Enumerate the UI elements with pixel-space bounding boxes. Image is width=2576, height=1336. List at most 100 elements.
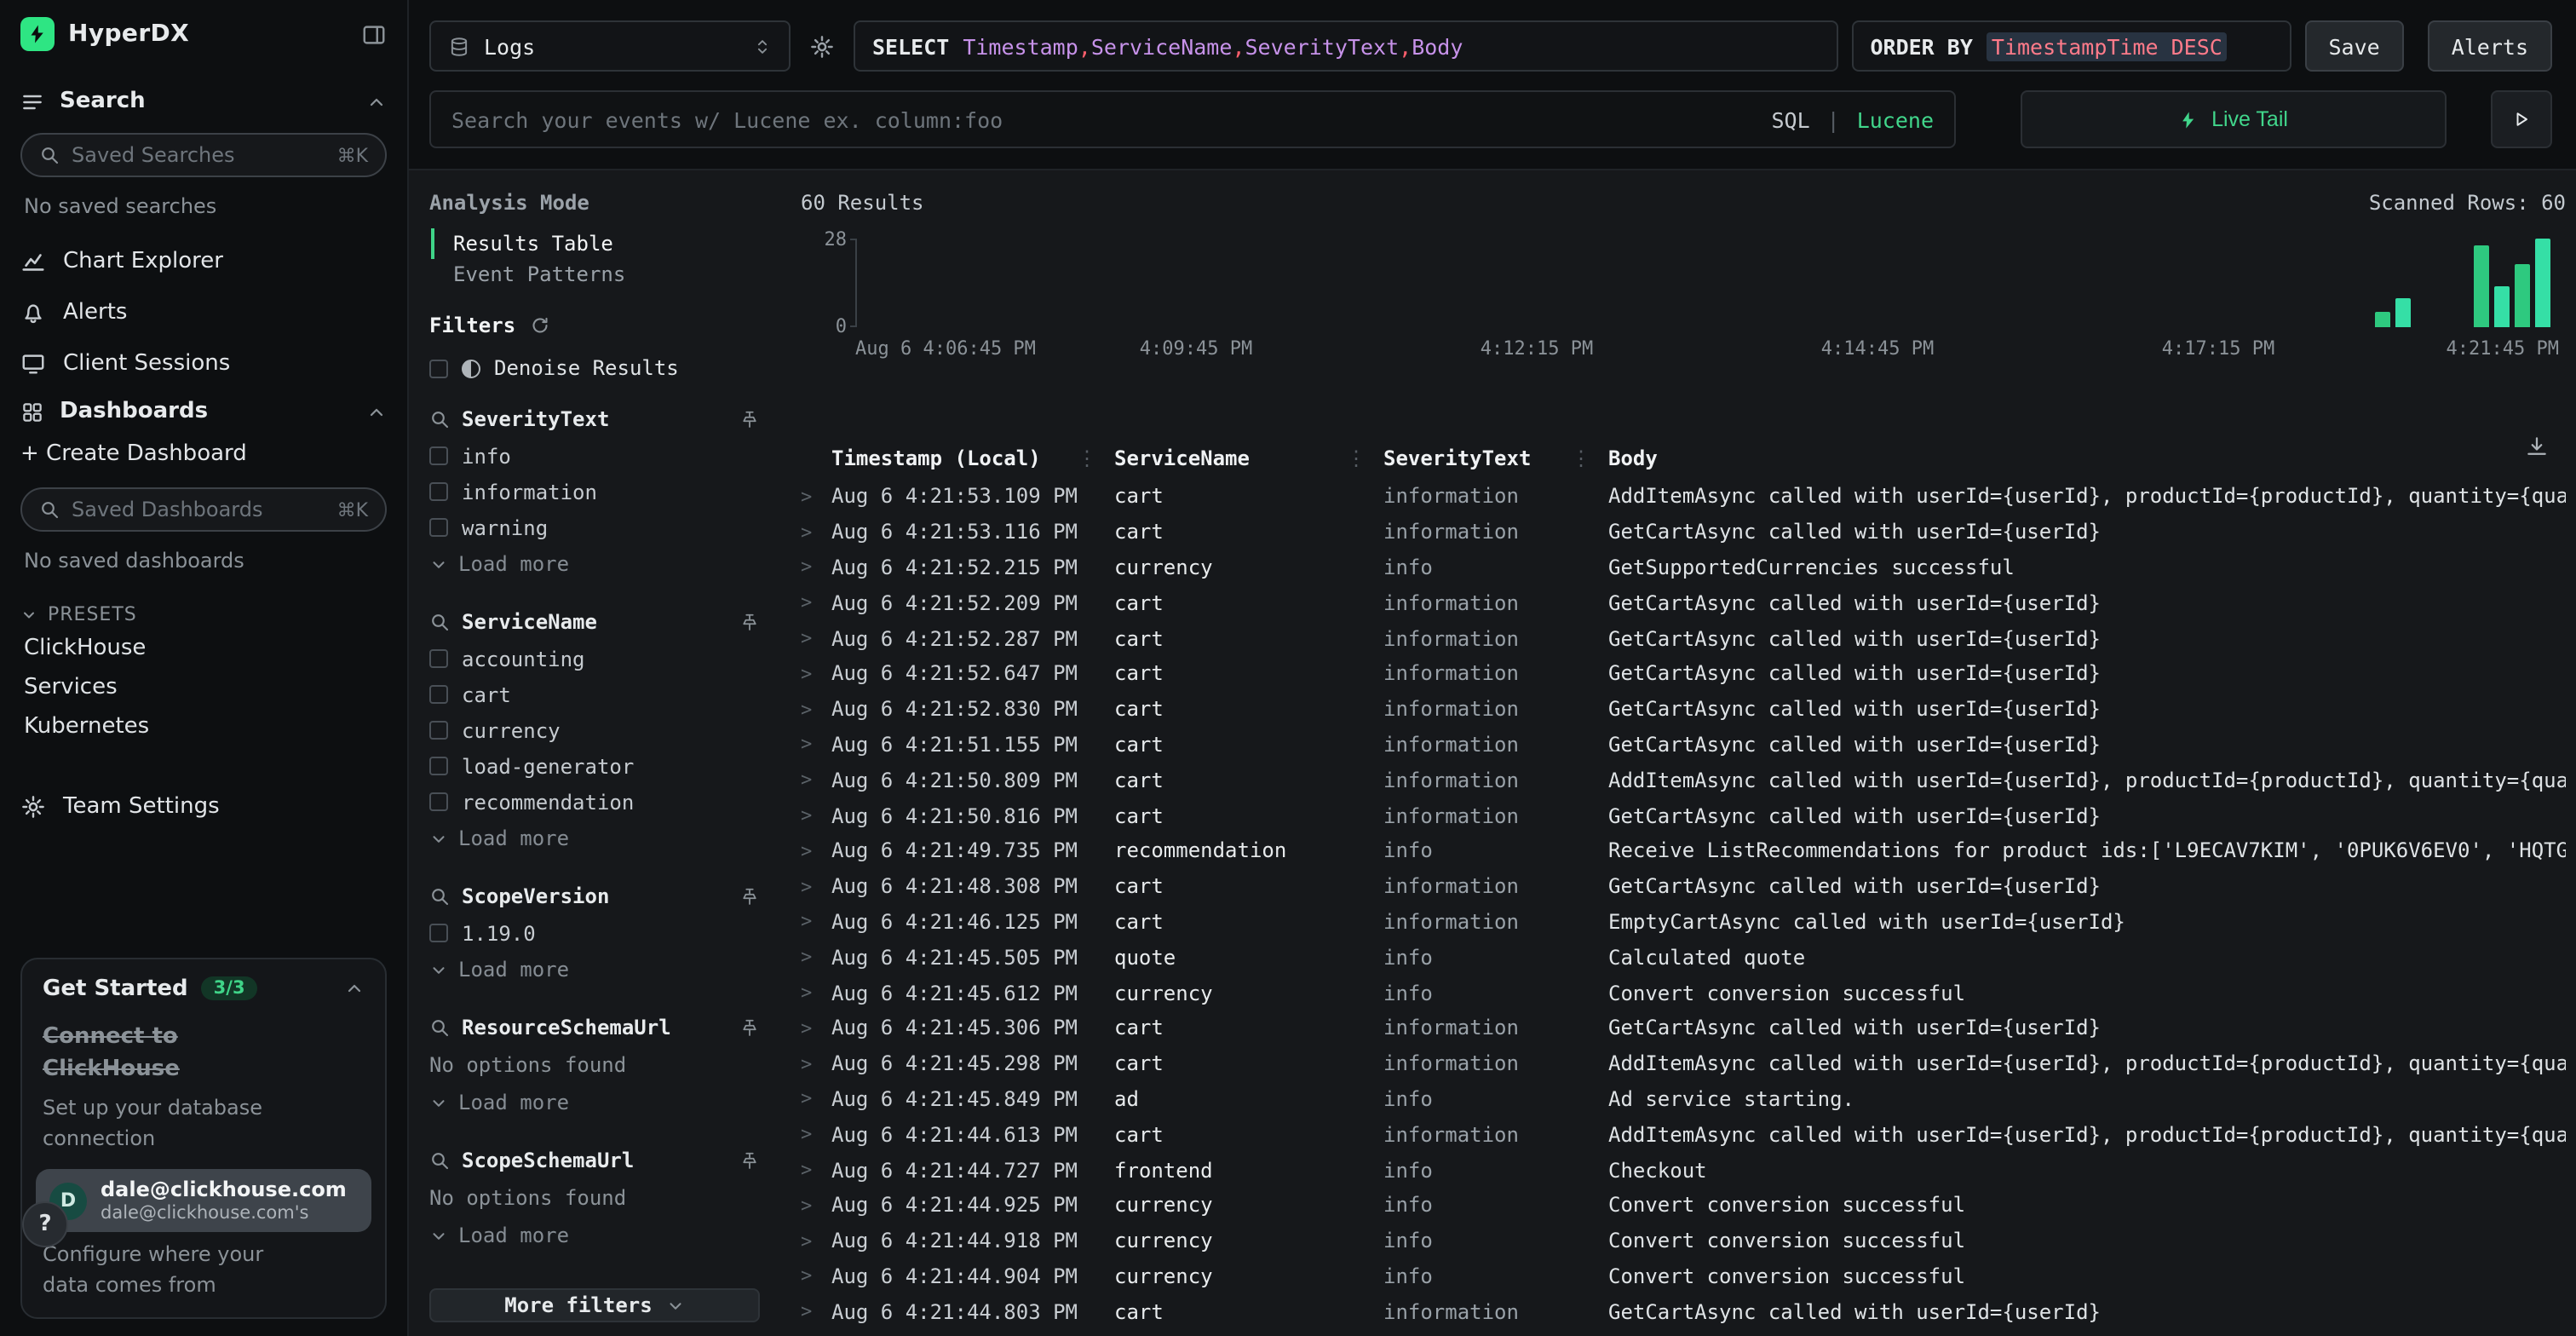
table-row[interactable]: >Aug 6 4:21:48.308 PMcartinformationGetC…	[801, 869, 2566, 905]
row-expand-icon[interactable]: >	[801, 521, 831, 543]
column-separator[interactable]: ⋮	[1571, 446, 1591, 470]
saved-dashboards-input[interactable]	[72, 498, 325, 521]
table-row[interactable]: >Aug 6 4:21:52.215 PMcurrencyinfoGetSupp…	[801, 550, 2566, 585]
filter-option[interactable]: 1.19.0	[429, 916, 760, 952]
table-row[interactable]: >Aug 6 4:21:44.727 PMfrontendinfoCheckou…	[801, 1152, 2566, 1188]
sidebar-section-search[interactable]: Search	[20, 89, 387, 114]
table-row[interactable]: >Aug 6 4:21:50.809 PMcartinformationAddI…	[801, 763, 2566, 798]
histogram-bar[interactable]	[2515, 264, 2530, 327]
row-expand-icon[interactable]: >	[801, 1017, 831, 1039]
table-row[interactable]: >Aug 6 4:21:46.125 PMcartinformationEmpt…	[801, 904, 2566, 940]
pin-icon[interactable]	[739, 1018, 760, 1039]
language-lucene-toggle[interactable]: Lucene	[1857, 107, 1934, 132]
table-row[interactable]: >Aug 6 4:21:53.109 PMcartinformationAddI…	[801, 479, 2566, 515]
header-body[interactable]: Body	[1608, 446, 2566, 470]
filter-option[interactable]: accounting	[429, 642, 760, 677]
table-row[interactable]: >Aug 6 4:21:52.209 PMcartinformationGetC…	[801, 585, 2566, 621]
histogram-bar[interactable]	[2535, 239, 2550, 327]
download-icon[interactable]	[2525, 435, 2549, 458]
get-started-step1[interactable]: Connect to ClickHouse	[43, 1022, 230, 1086]
table-row[interactable]: >Aug 6 4:21:45.306 PMcartinformationGetC…	[801, 1011, 2566, 1046]
checkbox[interactable]	[429, 447, 448, 466]
table-row[interactable]: >Aug 6 4:21:45.298 PMcartinformationAddI…	[801, 1046, 2566, 1082]
live-tail-button[interactable]: Live Tail	[2021, 90, 2447, 148]
table-row[interactable]: >Aug 6 4:21:44.803 PMcartinformationGetC…	[801, 1294, 2566, 1330]
table-row[interactable]: >Aug 6 4:21:53.116 PMcartinformationGetC…	[801, 515, 2566, 550]
table-row[interactable]: >Aug 6 4:21:45.505 PMquoteinfoCalculated…	[801, 940, 2566, 976]
table-row[interactable]: >Aug 6 4:21:45.849 PMadinfoAd service st…	[801, 1081, 2566, 1117]
checkbox[interactable]	[429, 757, 448, 776]
preset-item-services[interactable]: Services	[20, 668, 387, 707]
source-select[interactable]: Logs	[429, 20, 791, 72]
sidebar-item-alerts[interactable]: Alerts	[20, 286, 387, 337]
sidebar-item-team-settings[interactable]: Team Settings	[20, 780, 387, 832]
header-severitytext[interactable]: SeverityText⋮	[1383, 446, 1608, 470]
event-search-input[interactable]	[451, 107, 1754, 132]
column-separator[interactable]: ⋮	[1077, 446, 1097, 470]
checkbox[interactable]	[429, 793, 448, 812]
table-row[interactable]: >Aug 6 4:21:44.904 PMcurrencyinfoConvert…	[801, 1258, 2566, 1294]
checkbox[interactable]	[429, 360, 448, 378]
row-expand-icon[interactable]: >	[801, 1300, 831, 1322]
load-more-button[interactable]: Load more	[429, 1085, 760, 1122]
load-more-button[interactable]: Load more	[429, 952, 760, 989]
sidebar-item-chart-explorer[interactable]: Chart Explorer	[20, 235, 387, 286]
saved-dashboards-searchbox[interactable]: ⌘K	[20, 487, 387, 532]
chevron-up-icon[interactable]	[344, 979, 365, 999]
row-expand-icon[interactable]: >	[801, 592, 831, 614]
checkbox[interactable]	[429, 686, 448, 705]
refresh-icon[interactable]	[529, 314, 549, 335]
run-query-button[interactable]	[2491, 90, 2552, 148]
header-servicename[interactable]: ServiceName⋮	[1114, 446, 1383, 470]
pin-icon[interactable]	[739, 613, 760, 633]
load-more-button[interactable]: Load more	[429, 821, 760, 858]
row-expand-icon[interactable]: >	[801, 947, 831, 969]
row-expand-icon[interactable]: >	[801, 1229, 831, 1252]
row-expand-icon[interactable]: >	[801, 769, 831, 792]
pin-icon[interactable]	[739, 1151, 760, 1172]
sidebar-collapse-icon[interactable]	[361, 21, 387, 47]
checkbox[interactable]	[429, 650, 448, 669]
row-expand-icon[interactable]: >	[801, 804, 831, 826]
row-expand-icon[interactable]: >	[801, 663, 831, 685]
checkbox[interactable]	[429, 483, 448, 502]
row-expand-icon[interactable]: >	[801, 840, 831, 862]
filter-option[interactable]: warning	[429, 510, 760, 546]
table-row[interactable]: >Aug 6 4:21:49.735 PMrecommendationinfoR…	[801, 833, 2566, 869]
mode-results-table[interactable]: Results Table	[431, 228, 760, 259]
table-row[interactable]: >Aug 6 4:21:44.613 PMcartinformationAddI…	[801, 1117, 2566, 1153]
histogram-bar[interactable]	[2474, 245, 2489, 327]
row-expand-icon[interactable]: >	[801, 556, 831, 579]
denoise-results-checkbox[interactable]: Denoise Results	[429, 354, 760, 384]
row-expand-icon[interactable]: >	[801, 911, 831, 933]
saved-searches-input[interactable]	[72, 143, 325, 167]
row-expand-icon[interactable]: >	[801, 1195, 831, 1217]
table-row[interactable]: >Aug 6 4:21:45.612 PMcurrencyinfoConvert…	[801, 975, 2566, 1011]
checkbox[interactable]	[429, 519, 448, 538]
row-expand-icon[interactable]: >	[801, 1265, 831, 1287]
pin-icon[interactable]	[739, 887, 760, 907]
row-expand-icon[interactable]: >	[801, 627, 831, 649]
filter-option[interactable]: information	[429, 475, 760, 510]
row-expand-icon[interactable]: >	[801, 734, 831, 756]
row-expand-icon[interactable]: >	[801, 1123, 831, 1145]
table-row[interactable]: >Aug 6 4:21:52.830 PMcartinformationGetC…	[801, 692, 2566, 728]
chevron-up-icon[interactable]	[366, 91, 387, 112]
get-started-header[interactable]: Get Started 3/3	[43, 976, 365, 1002]
more-filters-button[interactable]: More filters	[429, 1289, 760, 1323]
help-button[interactable]: ?	[22, 1201, 68, 1247]
checkbox[interactable]	[429, 924, 448, 943]
header-timestamp[interactable]: Timestamp (Local)⋮	[831, 446, 1114, 470]
row-expand-icon[interactable]: >	[801, 486, 831, 508]
table-row[interactable]: >Aug 6 4:21:52.647 PMcartinformationGetC…	[801, 656, 2566, 692]
preset-item-kubernetes[interactable]: Kubernetes	[20, 707, 387, 746]
load-more-button[interactable]: Load more	[429, 1218, 760, 1255]
table-row[interactable]: >Aug 6 4:21:44.713 PMcartinformationGetC…	[801, 1329, 2566, 1336]
language-sql-toggle[interactable]: SQL	[1771, 107, 1809, 132]
column-separator[interactable]: ⋮	[1346, 446, 1366, 470]
filter-option[interactable]: recommendation	[429, 785, 760, 821]
alerts-button[interactable]: Alerts	[2428, 20, 2552, 72]
row-expand-icon[interactable]: >	[801, 875, 831, 897]
saved-searches-searchbox[interactable]: ⌘K	[20, 133, 387, 177]
histogram-bar[interactable]	[2375, 311, 2390, 327]
